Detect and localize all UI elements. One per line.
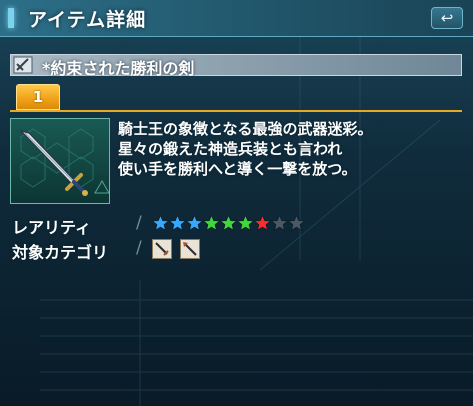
description-line: 星々の鍛えた神造兵装とも言われ	[118, 140, 343, 158]
rarity-stars	[152, 214, 305, 232]
sword-category-icon	[152, 239, 172, 259]
rarity-star-icon	[152, 214, 169, 231]
weapon-camo-icon	[13, 56, 33, 74]
description-line: 騎士王の象徴となる最強の武器迷彩。	[118, 120, 373, 138]
rarity-star-icon	[237, 214, 254, 231]
item-description: 騎士王の象徴となる最強の武器迷彩。 星々の鍛えた神造兵装とも言われ 使い手を勝利…	[118, 119, 463, 179]
partizan-category-icon	[180, 239, 200, 259]
rarity-label: レアリティ	[12, 218, 92, 237]
category-label: 対象カテゴリ	[12, 243, 109, 262]
rarity-star-icon	[271, 214, 288, 231]
rarity-star-icon	[288, 214, 305, 231]
title-accent	[8, 8, 14, 28]
description-line: 使い手を勝利へと導く一撃を放つ。	[118, 160, 357, 178]
rarity-star-icon	[220, 214, 237, 231]
close-button[interactable]: ↩	[431, 7, 463, 29]
rarity-star-icon	[186, 214, 203, 231]
sword-thumbnail-icon	[11, 119, 109, 203]
rarity-star-icon	[254, 214, 271, 231]
window-title: アイテム詳細	[28, 9, 147, 31]
tab-1[interactable]: 1	[16, 84, 60, 110]
rarity-star-icon	[203, 214, 220, 231]
item-name: *約束された勝利の剣	[42, 59, 195, 78]
category-separator: /	[136, 238, 142, 258]
rarity-separator: /	[136, 213, 142, 233]
rarity-star-icon	[169, 214, 186, 231]
tab-underline	[10, 110, 462, 112]
item-detail-window: アイテム詳細 ↩ *約束された勝利の剣 1 騎士王の象徴となる最強の武器迷彩。 …	[0, 0, 473, 406]
